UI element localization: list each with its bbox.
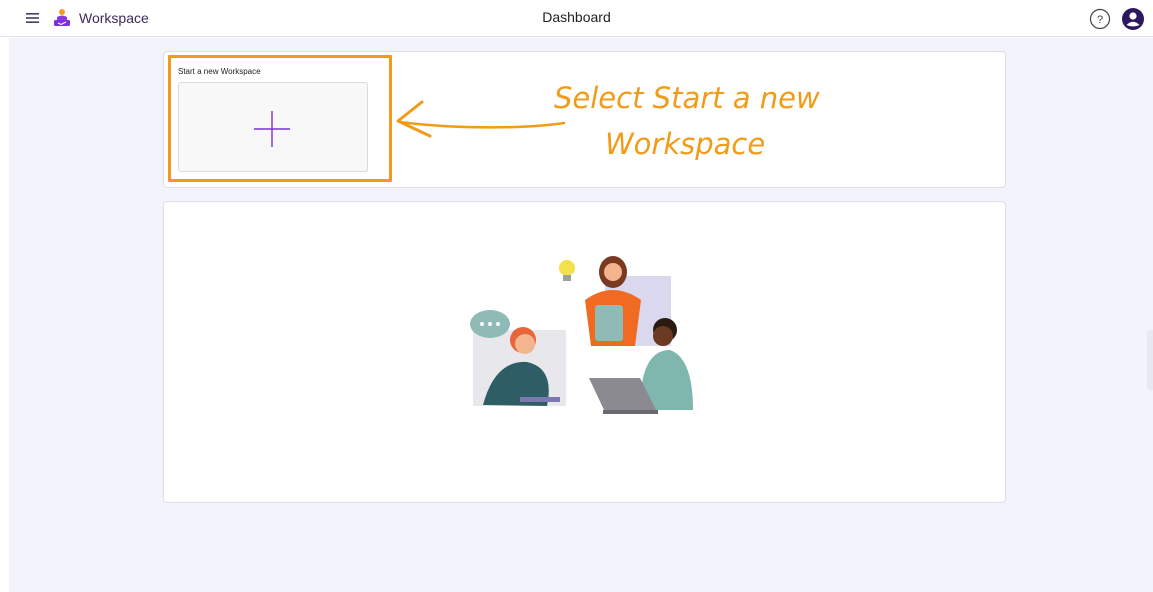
- annotation-line1: Select Start a new: [554, 81, 820, 115]
- annotation-text: Select Start a new Workspace: [554, 81, 820, 161]
- svg-text:?: ?: [1097, 14, 1103, 26]
- scroll-handle[interactable]: [1147, 330, 1153, 390]
- top-bar: Workspace Dashboard ?: [0, 0, 1153, 37]
- app-name[interactable]: Workspace: [79, 10, 149, 26]
- team-collaboration-illustration: [470, 256, 693, 414]
- annotation-line2: Workspace: [605, 127, 765, 161]
- workspace-logo-icon: [54, 9, 70, 26]
- user-avatar-icon[interactable]: [1121, 7, 1145, 31]
- highlight-box: [168, 55, 392, 182]
- hamburger-menu-icon[interactable]: [24, 9, 42, 27]
- question-circle-icon[interactable]: ?: [1089, 8, 1111, 30]
- page-title: Dashboard: [542, 9, 611, 25]
